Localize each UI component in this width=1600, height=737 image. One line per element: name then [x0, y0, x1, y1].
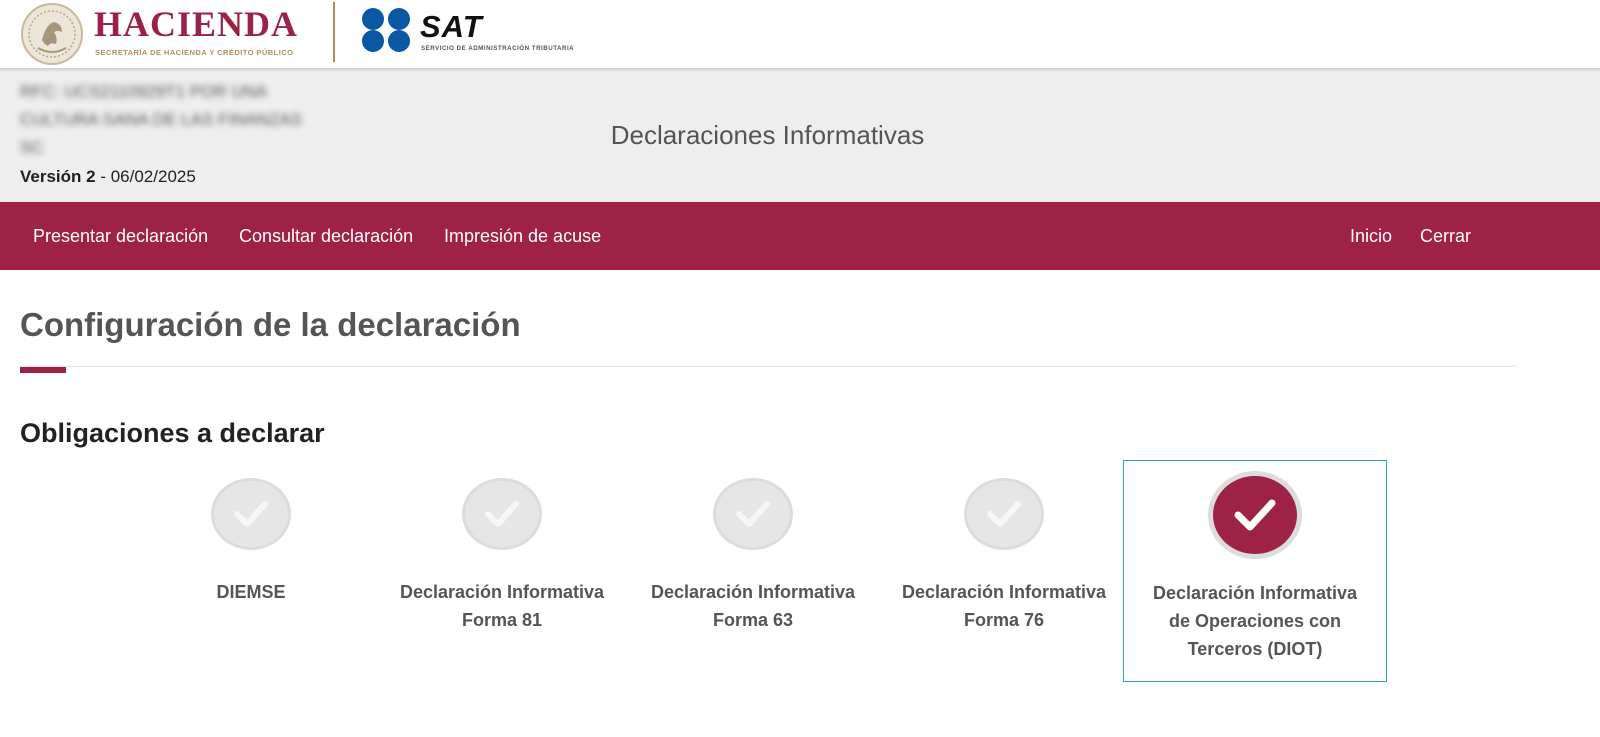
logo-bar: HACIENDA SECRETARÍA DE HACIENDA Y CRÉDIT…: [0, 0, 1600, 70]
sat-logo-text: SAT: [420, 9, 483, 44]
title-accent-bar: [20, 367, 66, 373]
obligation-card-diot[interactable]: Declaración Informativa de Operaciones c…: [1123, 460, 1387, 682]
nav-cerrar[interactable]: Cerrar: [1420, 202, 1471, 270]
rfc-text-line: RFC: UCS2110929T1 POR UNA: [20, 82, 268, 101]
obligation-label-line: Terceros (DIOT): [1187, 639, 1323, 659]
sat-logo-subtitle: SERVICIO DE ADMINISTRACIÓN TRIBUTARIA: [421, 45, 575, 52]
nav-presentar-declaracion[interactable]: Presentar declaración: [33, 202, 208, 270]
app-header: RFC: UCS2110929T1 POR UNA CULTURA SANA D…: [0, 72, 1600, 202]
check-icon: [462, 478, 542, 550]
obligation-label-line: Forma 63: [712, 610, 794, 630]
version-separator: -: [95, 167, 111, 186]
hacienda-logo-subtitle: SECRETARÍA DE HACIENDA Y CRÉDITO PÚBLICO: [95, 48, 294, 57]
obligation-label-line: Declaración Informativa: [1152, 583, 1358, 603]
obligation-card-forma-63[interactable]: Declaración Informativa Forma 63: [621, 460, 885, 682]
check-icon: [713, 478, 793, 550]
hacienda-logo-text: HACIENDA: [94, 4, 299, 44]
nav-consultar-declaracion[interactable]: Consultar declaración: [239, 202, 413, 270]
obligation-card-diemse[interactable]: DIEMSE: [119, 460, 383, 682]
obligation-label-line: Forma 76: [963, 610, 1045, 630]
version-date: 06/02/2025: [110, 167, 196, 186]
page-title: Configuración de la declaración: [20, 306, 521, 343]
obligation-card-forma-81[interactable]: Declaración Informativa Forma 81: [370, 460, 634, 682]
version-info: Versión 2 - 06/02/2025: [20, 167, 196, 187]
nav-inicio[interactable]: Inicio: [1350, 202, 1392, 270]
section-title: Obligaciones a declarar: [20, 418, 325, 448]
obligation-label: Declaración Informativa Forma 81: [370, 578, 634, 634]
check-icon: [211, 478, 291, 550]
sat-logo-icon: [362, 8, 410, 52]
obligation-label-line: Forma 81: [461, 610, 543, 630]
logo-divider: [333, 2, 335, 62]
obligation-label-line: de Operaciones con: [1168, 611, 1342, 631]
obligation-label: Declaración Informativa Forma 63: [621, 578, 885, 634]
page-header-title: Declaraciones Informativas: [610, 120, 925, 150]
obligation-label-line: DIEMSE: [216, 582, 286, 602]
obligation-label: Declaración Informativa Forma 76: [872, 578, 1136, 634]
national-seal-icon: [21, 3, 83, 65]
main-nav: Presentar declaración Consultar declarac…: [0, 202, 1600, 270]
obligation-label: Declaración Informativa de Operaciones c…: [1124, 579, 1386, 663]
check-icon: [1208, 471, 1302, 559]
obligation-label: DIEMSE: [119, 578, 383, 606]
obligation-card-forma-76[interactable]: Declaración Informativa Forma 76: [872, 460, 1136, 682]
obligation-label-line: Declaración Informativa: [399, 582, 605, 602]
nav-impresion-acuse[interactable]: Impresión de acuse: [444, 202, 601, 270]
obligation-label-line: Declaración Informativa: [650, 582, 856, 602]
version-label: Versión 2: [20, 167, 96, 186]
check-icon: [964, 478, 1044, 550]
obligation-label-line: Declaración Informativa: [901, 582, 1107, 602]
title-divider: [20, 366, 1516, 367]
